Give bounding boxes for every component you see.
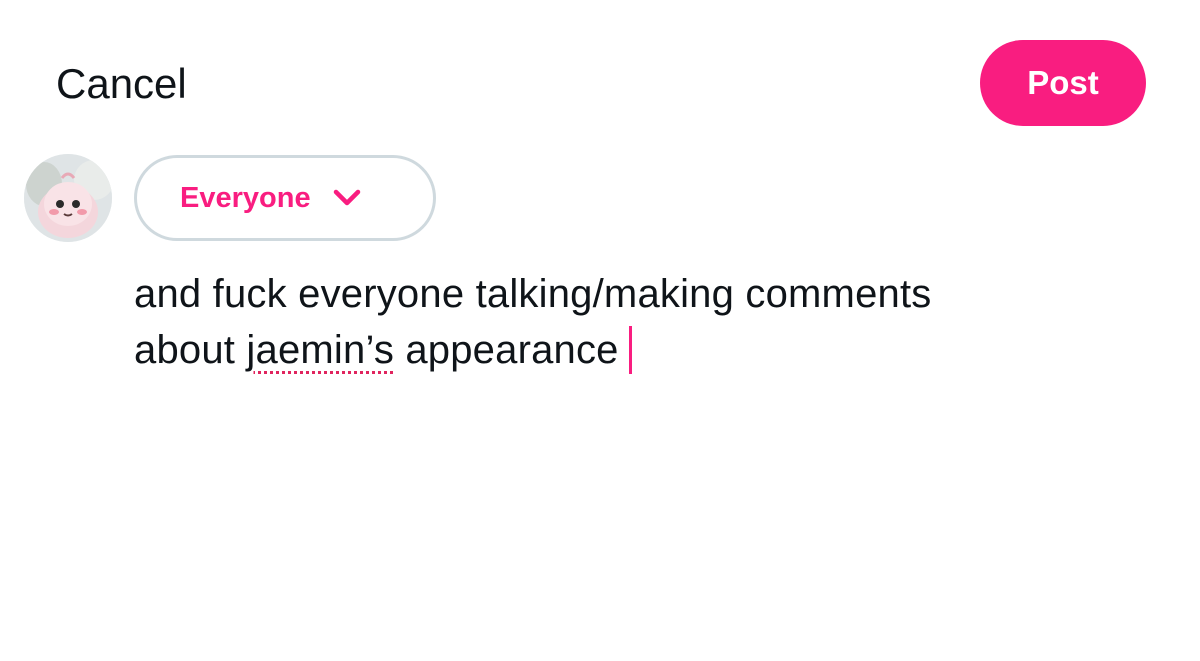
post-text-segment: appearance: [394, 328, 619, 372]
audience-label: Everyone: [180, 182, 311, 214]
pink-plush-avatar-icon: [24, 154, 112, 242]
chevron-down-icon: [333, 189, 360, 206]
audience-selector[interactable]: Everyone: [134, 155, 436, 241]
text-cursor: [628, 326, 632, 375]
avatar[interactable]: [24, 154, 112, 242]
post-button[interactable]: Post: [980, 40, 1146, 126]
post-text-line-2: about jaemin’s appearance: [134, 322, 1134, 378]
post-text-input[interactable]: and fuck everyone talking/making comment…: [134, 266, 1134, 378]
post-text-segment: about: [134, 328, 247, 372]
misspelled-word: jaemin’s: [246, 328, 395, 372]
post-text-line-1: and fuck everyone talking/making comment…: [134, 272, 932, 316]
cancel-button[interactable]: Cancel: [56, 58, 187, 110]
